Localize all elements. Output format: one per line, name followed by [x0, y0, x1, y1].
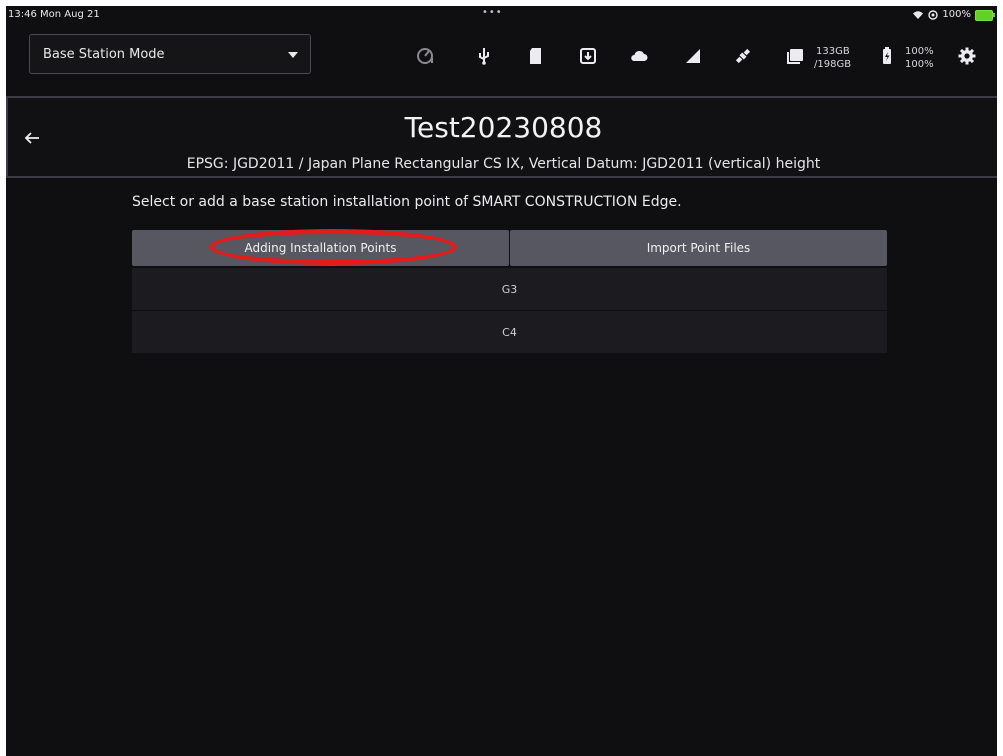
mode-select-value: Base Station Mode [43, 47, 165, 62]
project-header: Test20230808 EPSG: JGD2011 / Japan Plane… [6, 96, 997, 178]
page-title: Test20230808 [404, 111, 603, 144]
gear-icon[interactable] [957, 46, 977, 66]
wifi-icon [913, 11, 924, 19]
battery-level-2: 100% [905, 59, 934, 70]
battery-icon[interactable] [877, 46, 897, 66]
status-right: 100% [912, 6, 995, 24]
battery-level-1: 100% [905, 46, 934, 57]
storage-total: /198GB [814, 59, 852, 70]
import-point-files-button[interactable]: Import Point Files [510, 230, 887, 266]
chevron-down-icon [288, 52, 298, 58]
clock-icon[interactable] [415, 46, 435, 66]
instruction-text: Select or add a base station installatio… [132, 194, 682, 210]
storage-used: 133GB [816, 46, 850, 57]
usb-icon[interactable] [474, 46, 494, 66]
battery-percent: 100% [942, 9, 971, 20]
toolbar: Base Station Mode 133GB /198GB 100% 100% [6, 24, 997, 92]
list-item[interactable]: G3 [132, 268, 887, 311]
mode-select[interactable]: Base Station Mode [29, 34, 311, 74]
add-installation-points-button[interactable]: Adding Installation Points [132, 230, 509, 266]
list-item[interactable]: C4 [132, 311, 887, 354]
sd-card-icon[interactable] [526, 46, 546, 66]
coordinate-system-label: EPSG: JGD2011 / Japan Plane Rectangular … [186, 156, 821, 172]
multitask-dots[interactable]: ••• [482, 6, 503, 22]
orientation-lock-icon [928, 10, 939, 20]
cloud-icon[interactable] [629, 46, 649, 66]
download-icon[interactable] [578, 46, 598, 66]
satellite-icon[interactable] [733, 46, 753, 66]
app-screen: 13:46 Mon Aug 21 ••• 100% Base Station M… [6, 6, 997, 756]
status-time: 13:46 Mon Aug 21 [8, 9, 100, 20]
status-bar: 13:46 Mon Aug 21 ••• 100% [6, 6, 997, 24]
signal-icon[interactable] [683, 46, 703, 66]
battery-charging-icon [975, 9, 995, 21]
folder-icon[interactable] [785, 46, 805, 66]
